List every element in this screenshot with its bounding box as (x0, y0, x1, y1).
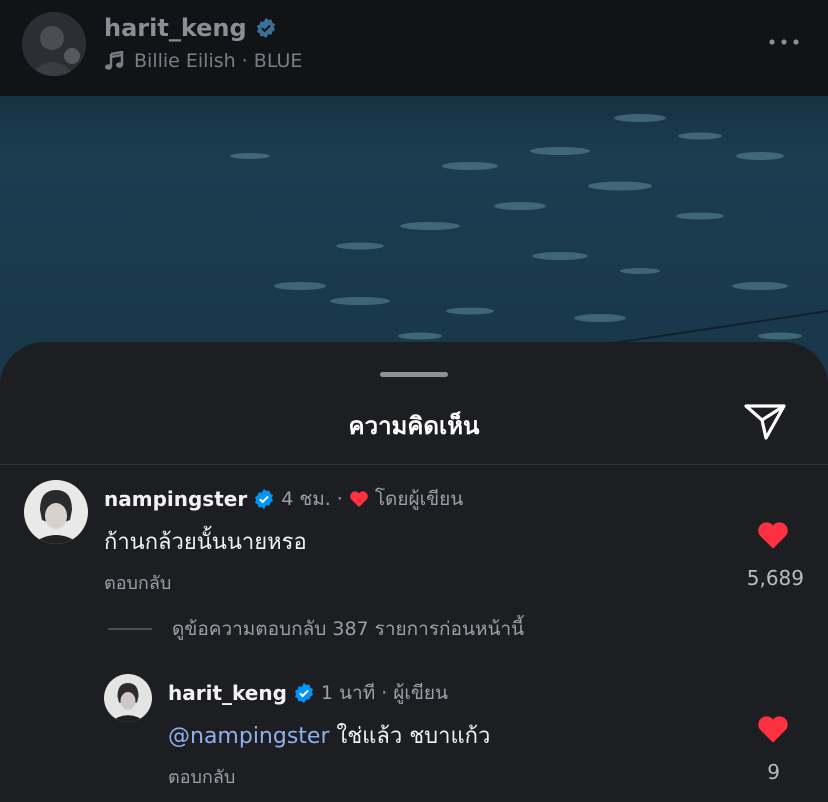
sheet-title: ความคิดเห็น (348, 412, 480, 440)
like-heart-icon[interactable] (756, 714, 790, 744)
view-replies-label: ดูข้อความตอบกลับ 387 รายการก่อนหน้านี้ (172, 618, 525, 640)
music-note-icon (105, 51, 124, 70)
drag-handle[interactable] (380, 372, 448, 377)
reply-body: ใช่แล้ว ชบาแก้ว (329, 724, 491, 749)
author-username[interactable]: harit_keng (104, 14, 247, 42)
reply-header: harit_keng 1 นาที · ผู้เขียน (168, 678, 448, 708)
reply-button[interactable]: ตอบกลับ (168, 762, 235, 791)
reply-time: 1 นาที (320, 682, 376, 704)
author-avatar[interactable] (22, 12, 86, 76)
reply-username[interactable]: harit_keng (168, 681, 287, 705)
like-count: 9 (767, 760, 780, 784)
music-info[interactable]: Billie Eilish · BLUE (104, 50, 302, 72)
replies-indent-line (108, 628, 152, 630)
separator-dot: · (381, 682, 388, 704)
verified-badge-icon (294, 682, 313, 704)
author-liked-heart-icon (350, 491, 368, 508)
comment-username[interactable]: nampingster (104, 487, 247, 511)
liked-by-author-label: โดยผู้เขียน (374, 488, 464, 510)
comment-header: nampingster 4 ชม. · โดยผู้เขียน (104, 484, 463, 514)
view-replies-button[interactable]: ดูข้อความตอบกลับ 387 รายการก่อนหน้านี้ (108, 614, 524, 644)
header-divider (0, 464, 828, 465)
mention-link[interactable]: @nampingster (168, 724, 330, 749)
verified-badge-icon (255, 488, 274, 510)
reply-button[interactable]: ตอบกลับ (104, 568, 171, 597)
commenter-avatar[interactable] (24, 480, 88, 544)
comments-sheet: ความคิดเห็น nampingster 4 ชม. · โดยผู้เข… (0, 342, 828, 802)
verified-badge-icon (256, 17, 275, 39)
author-name[interactable]: harit_keng (104, 14, 277, 42)
separator-dot: · (336, 488, 343, 510)
like-heart-icon[interactable] (756, 520, 790, 550)
comment-text: ก้านกล้วยนั้นนายหรอ (104, 530, 307, 555)
like-count: 5,689 (746, 566, 804, 590)
author-label: ผู้เขียน (393, 682, 449, 704)
comment-time: 4 ชม. (281, 488, 331, 510)
send-icon[interactable] (742, 398, 788, 444)
more-options-icon[interactable] (766, 30, 802, 54)
reply-text: @nampingster ใช่แล้ว ชบาแก้ว (168, 718, 490, 753)
post-header: harit_keng Billie Eilish · BLUE (0, 0, 828, 96)
reply-avatar[interactable] (104, 674, 152, 722)
song-label: Billie Eilish · BLUE (134, 50, 303, 72)
